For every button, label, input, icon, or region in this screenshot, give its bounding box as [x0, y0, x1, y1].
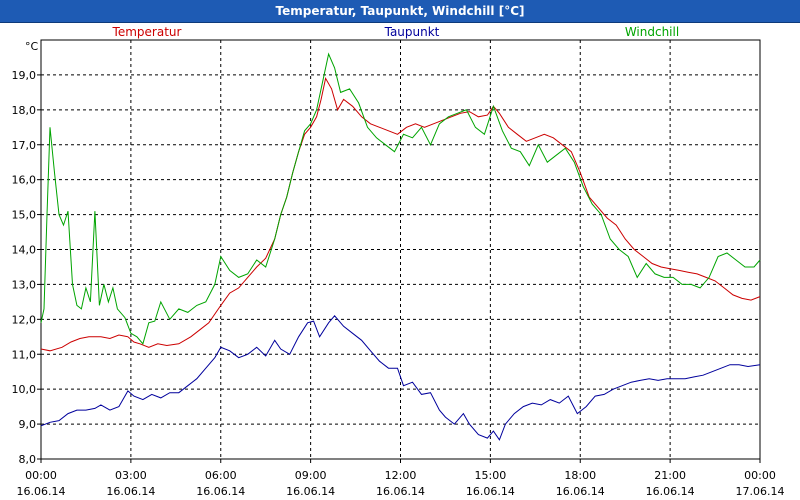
x-tick-label-date: 16.06.14 — [196, 485, 245, 498]
line-chart: °C 19,0 18,0 17,0 16,0 15,0 14,0 13,0 12,0 11,0 10… — [12, 25, 785, 498]
x-tick-label-date: 16.06.14 — [376, 485, 425, 498]
y-tick-label: 8,0 — [19, 453, 37, 466]
y-unit-label: °C — [25, 40, 39, 53]
y-tick-label: 18,0 — [12, 104, 37, 117]
x-tick-label-time: 12:00 — [385, 469, 417, 482]
x-tick-label-time: 15:00 — [475, 469, 507, 482]
x-tick-label-time: 03:00 — [115, 469, 147, 482]
y-tick-label: 11,0 — [12, 348, 37, 361]
legend-windchill: Windchill — [625, 25, 679, 39]
x-tick-label-date: 16.06.14 — [556, 485, 605, 498]
y-tick-label: 17,0 — [12, 139, 37, 152]
x-tick-label-time: 00:00 — [25, 469, 57, 482]
y-tick-label: 16,0 — [12, 174, 37, 187]
y-tick-label: 13,0 — [12, 278, 37, 291]
x-tick-label-time: 18:00 — [564, 469, 596, 482]
legend-taupunkt: Taupunkt — [384, 25, 440, 39]
x-tick-label-date: 16.06.14 — [106, 485, 155, 498]
x-tick-label-date: 16.06.14 — [466, 485, 515, 498]
y-tick-label: 15,0 — [12, 209, 37, 222]
y-tick-label: 14,0 — [12, 244, 37, 257]
x-tick-label-date: 17.06.14 — [736, 485, 785, 498]
x-tick-label-time: 09:00 — [295, 469, 327, 482]
x-tick-label-date: 16.06.14 — [286, 485, 335, 498]
y-tick-label: 9,0 — [19, 418, 37, 431]
y-tick-label: 10,0 — [12, 383, 37, 396]
x-tick-label-date: 16.06.14 — [646, 485, 695, 498]
x-tick-label-time: 21:00 — [654, 469, 686, 482]
x-tick-label-time: 00:00 — [744, 469, 776, 482]
x-tick-label-date: 16.06.14 — [17, 485, 66, 498]
chart-window: Temperatur, Taupunkt, Windchill [°C] °C 1… — [0, 0, 800, 500]
y-tick-label: 12,0 — [12, 313, 37, 326]
x-tick-label-time: 06:00 — [205, 469, 237, 482]
legend-temperatur: Temperatur — [112, 25, 182, 39]
y-tick-label: 19,0 — [12, 69, 37, 82]
